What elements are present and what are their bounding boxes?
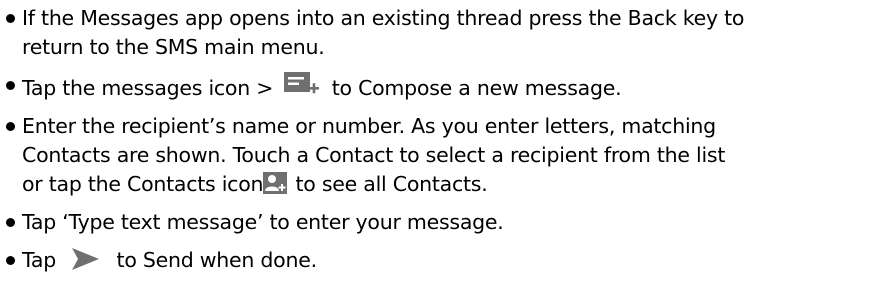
list-item-step-4: Tap ‘Type text message’ to enter your me… <box>4 208 879 237</box>
list-item-step-1: If the Messages app opens into an existi… <box>4 4 879 62</box>
step-2-text-after: to Compose a new message. <box>331 76 622 100</box>
bullet-icon <box>6 14 15 23</box>
bullet-icon <box>6 218 15 227</box>
bullet-icon <box>6 81 15 90</box>
send-arrow-icon <box>72 248 100 270</box>
step-1-line-2: return to the SMS main menu. <box>22 35 325 59</box>
step-3-text-before-icon: or tap the Contacts icon <box>22 172 264 196</box>
list-item-step-5: Tap to Send when done. <box>4 246 879 275</box>
list-item-step-2: Tap the messages icon > to Compose a new… <box>4 71 879 103</box>
step-3-line-2: Contacts are shown. Touch a Contact to s… <box>22 143 726 167</box>
step-4-line-1: Tap ‘Type text message’ to enter your me… <box>22 210 504 234</box>
compose-message-icon <box>284 72 320 94</box>
step-2-text-before: Tap the messages icon > <box>22 76 274 100</box>
bullet-icon <box>6 256 15 265</box>
list-item-step-3: Enter the recipient’s name or number. As… <box>4 112 879 199</box>
step-5-text-after: to Send when done. <box>116 248 318 272</box>
step-5-text-before: Tap <box>22 248 56 272</box>
add-contact-icon <box>263 172 288 194</box>
step-3-line-1: Enter the recipient’s name or number. As… <box>22 114 716 138</box>
bullet-icon <box>6 122 15 131</box>
instructions-document: If the Messages app opens into an existi… <box>0 0 883 301</box>
step-1-line-1: If the Messages app opens into an existi… <box>22 6 745 30</box>
instruction-list: If the Messages app opens into an existi… <box>4 4 879 275</box>
step-3-line-3: or tap the Contacts icon to see all Cont… <box>22 170 879 199</box>
step-3-text-after-icon: to see all Contacts. <box>295 172 488 196</box>
